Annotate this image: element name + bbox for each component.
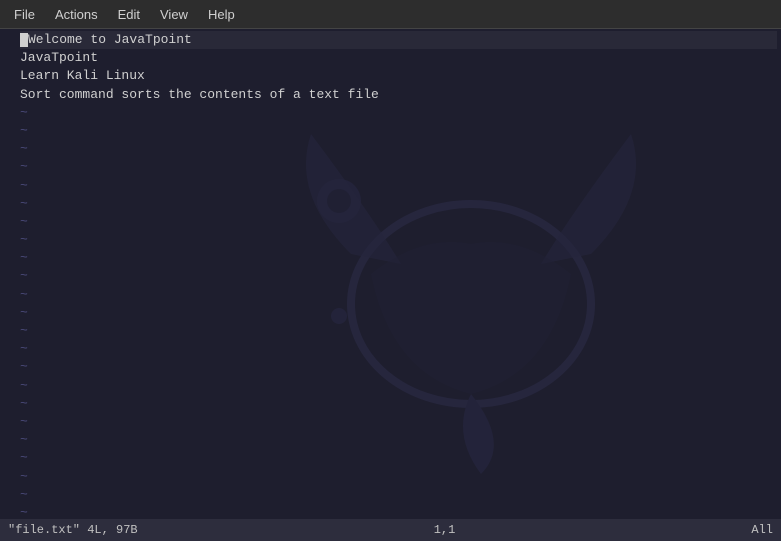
- scroll-position: All: [751, 523, 773, 537]
- menu-actions[interactable]: Actions: [45, 3, 108, 26]
- content-area[interactable]: Welcome to JavaTpointJavaTpointLearn Kal…: [16, 29, 781, 519]
- menu-help[interactable]: Help: [198, 3, 245, 26]
- menubar: File Actions Edit View Help: [0, 0, 781, 29]
- file-info: "file.txt" 4L, 97B: [8, 523, 138, 537]
- statusbar: "file.txt" 4L, 97B 1,1 All: [0, 519, 781, 541]
- menu-edit[interactable]: Edit: [108, 3, 150, 26]
- menu-view[interactable]: View: [150, 3, 198, 26]
- editor-area[interactable]: Welcome to JavaTpointJavaTpointLearn Kal…: [0, 29, 781, 519]
- cursor-position: 1,1: [434, 523, 456, 537]
- line-numbers: [0, 29, 16, 33]
- menu-file[interactable]: File: [4, 3, 45, 26]
